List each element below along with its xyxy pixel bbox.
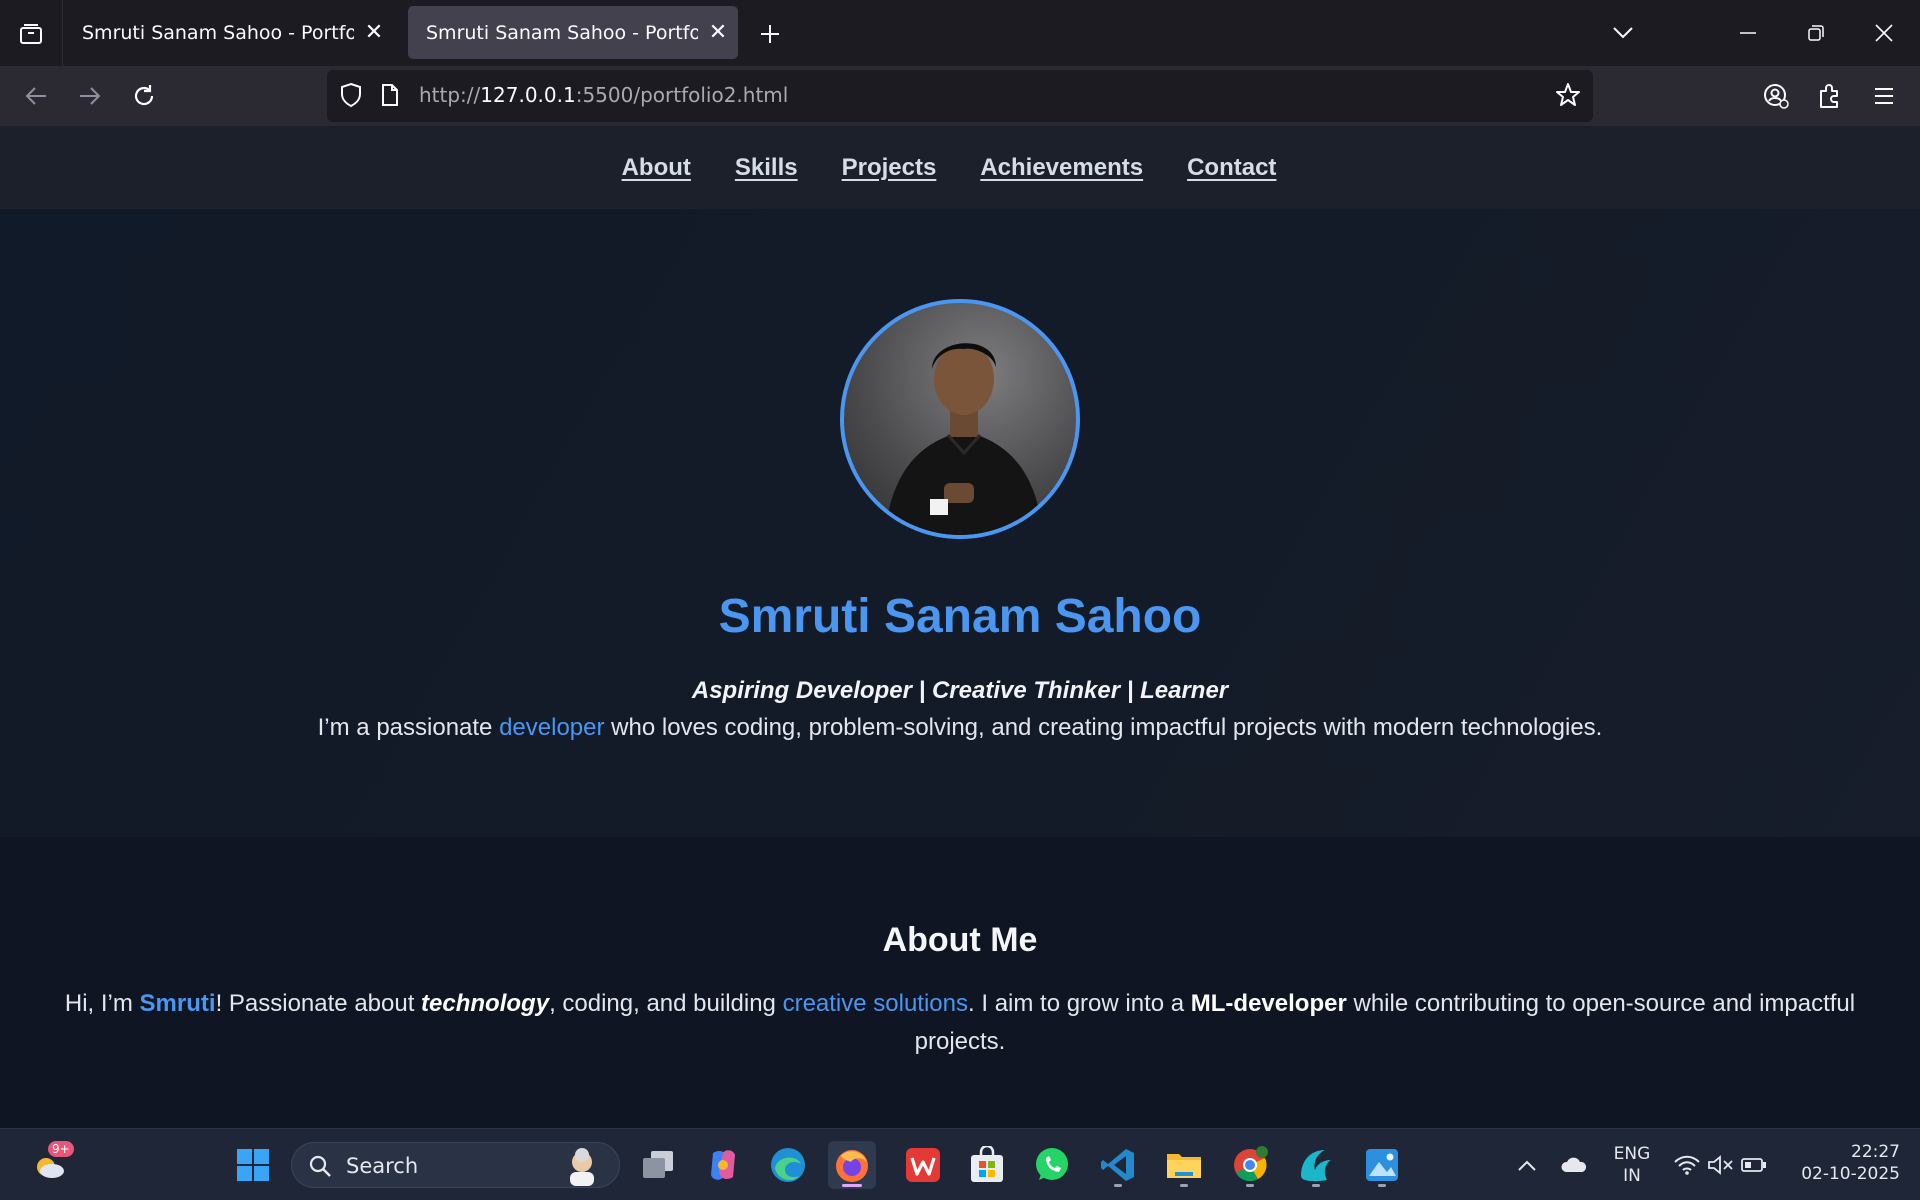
windows-taskbar: 9+ Search ENG IN 22:27 02-10-2025 xyxy=(0,1128,1920,1200)
running-indicator xyxy=(1378,1184,1386,1187)
about-section: About Me Hi, I’m Smruti! Passionate abou… xyxy=(0,837,1920,1128)
chrome-icon[interactable] xyxy=(1226,1141,1274,1189)
copilot-icon[interactable] xyxy=(699,1141,747,1189)
task-view-icon[interactable] xyxy=(634,1141,682,1189)
url-path: :5500/portfolio2.html xyxy=(575,83,789,107)
tab-separator xyxy=(62,0,63,66)
wps-office-icon[interactable] xyxy=(899,1141,947,1189)
about-text: Hi, I’m xyxy=(64,990,140,1017)
back-arrow-icon[interactable] xyxy=(16,76,56,116)
weather-widget-icon[interactable]: 9+ xyxy=(26,1141,74,1189)
about-heading: About Me xyxy=(882,921,1038,959)
search-label: Search xyxy=(346,1154,419,1178)
hero-section: Smruti Sanam Sahoo Aspiring Developer | … xyxy=(0,209,1920,837)
browser-tab-1[interactable]: Smruti Sanam Sahoo - Portfolio ✕ xyxy=(64,6,394,59)
extensions-puzzle-icon[interactable] xyxy=(1810,76,1850,116)
browser-toolbar: http://127.0.0.1:5500/portfolio2.html xyxy=(0,66,1920,126)
windows-start-icon[interactable] xyxy=(229,1141,277,1189)
tab-title: Smruti Sanam Sahoo - Portfolio xyxy=(426,21,698,44)
search-highlight-icon xyxy=(560,1146,604,1190)
battery-icon xyxy=(1741,1158,1766,1172)
wave-app-icon[interactable] xyxy=(1292,1141,1340,1189)
page-icon[interactable] xyxy=(381,83,399,111)
about-name: Smruti xyxy=(139,990,216,1017)
account-icon[interactable] xyxy=(1756,76,1796,116)
nav-link-skills[interactable]: Skills xyxy=(735,154,798,182)
clock-date: 02-10-2025 xyxy=(1801,1164,1900,1184)
search-icon xyxy=(308,1154,332,1182)
close-tab-icon[interactable]: ✕ xyxy=(354,13,394,53)
hero-description: I’m a passionate developer who loves cod… xyxy=(0,714,1920,742)
about-role: ML-developer xyxy=(1190,990,1347,1017)
menu-hamburger-icon[interactable] xyxy=(1864,76,1904,116)
file-explorer-icon[interactable] xyxy=(1160,1141,1208,1189)
browser-tab-2-active[interactable]: Smruti Sanam Sahoo - Portfolio ✕ xyxy=(408,6,738,59)
running-indicator xyxy=(1180,1184,1188,1187)
about-paragraph: Hi, I’m Smruti! Passionate about technol… xyxy=(56,985,1864,1061)
hero-desc-text: I’m a passionate xyxy=(317,714,500,741)
browser-tab-bar: Smruti Sanam Sahoo - Portfolio ✕ Smruti … xyxy=(0,0,1920,66)
nav-link-about[interactable]: About xyxy=(622,154,691,182)
running-indicator xyxy=(1246,1184,1254,1187)
taskbar-search-box[interactable]: Search xyxy=(291,1142,620,1188)
nav-link-projects[interactable]: Projects xyxy=(842,154,937,182)
about-text: , coding, and building xyxy=(549,990,783,1017)
hero-tagline: Aspiring Developer | Creative Thinker | … xyxy=(691,677,1229,704)
site-nav: About Skills Projects Achievements Conta… xyxy=(0,126,1920,209)
bookmark-star-icon[interactable] xyxy=(1555,82,1581,112)
system-tray-status[interactable] xyxy=(1664,1141,1776,1189)
hero-name-heading: Smruti Sanam Sahoo xyxy=(718,590,1202,643)
about-technology: technology xyxy=(421,990,550,1017)
weather-badge: 9+ xyxy=(48,1141,74,1157)
wifi-icon xyxy=(1674,1155,1700,1175)
close-tab-icon[interactable]: ✕ xyxy=(698,13,738,53)
nav-link-achievements[interactable]: Achievements xyxy=(980,154,1143,182)
language-indicator[interactable]: ENG IN xyxy=(1604,1143,1660,1187)
active-indicator xyxy=(842,1184,862,1187)
close-window-icon[interactable] xyxy=(1862,12,1906,54)
running-indicator xyxy=(1312,1184,1320,1187)
microsoft-store-icon[interactable] xyxy=(963,1141,1011,1189)
new-tab-plus-icon[interactable] xyxy=(752,16,788,52)
edge-browser-icon[interactable] xyxy=(764,1141,812,1189)
about-creative-solutions: creative solutions xyxy=(782,990,969,1017)
photos-icon[interactable] xyxy=(1358,1141,1406,1189)
url-prefix: http:// xyxy=(419,83,481,107)
clock[interactable]: 22:27 02-10-2025 xyxy=(1790,1141,1900,1185)
tab-title: Smruti Sanam Sahoo - Portfolio xyxy=(82,21,354,44)
url-host: 127.0.0.1 xyxy=(480,83,576,107)
reload-icon[interactable] xyxy=(124,76,164,116)
nav-link-contact[interactable]: Contact xyxy=(1187,154,1276,182)
tab-overview-icon[interactable] xyxy=(14,18,48,50)
profile-photo-avatar xyxy=(840,299,1080,539)
onedrive-cloud-icon[interactable] xyxy=(1550,1141,1598,1189)
forward-arrow-icon[interactable] xyxy=(70,76,110,116)
vscode-icon[interactable] xyxy=(1094,1141,1142,1189)
show-hidden-icons-chevron-up-icon[interactable] xyxy=(1503,1141,1551,1189)
hero-desc-text: who loves coding, problem-solving, and c… xyxy=(604,714,1603,741)
chevron-down-icon[interactable] xyxy=(1601,12,1645,54)
shield-icon[interactable] xyxy=(339,82,363,112)
url-text[interactable]: http://127.0.0.1:5500/portfolio2.html xyxy=(419,83,788,107)
hero-desc-highlight: developer xyxy=(499,714,605,741)
speaker-muted-icon xyxy=(1708,1155,1733,1175)
restore-icon[interactable] xyxy=(1794,12,1838,54)
web-page: About Skills Projects Achievements Conta… xyxy=(0,126,1920,1128)
whatsapp-icon[interactable] xyxy=(1028,1141,1076,1189)
running-indicator xyxy=(1114,1184,1122,1187)
minimize-icon[interactable] xyxy=(1726,12,1770,54)
firefox-icon[interactable] xyxy=(828,1141,876,1189)
address-bar[interactable]: http://127.0.0.1:5500/portfolio2.html xyxy=(327,70,1593,122)
about-text: ! Passionate about xyxy=(215,990,422,1017)
about-text: . I aim to grow into a xyxy=(968,990,1191,1017)
region-code: IN xyxy=(1623,1166,1641,1186)
clock-time: 22:27 xyxy=(1851,1142,1900,1162)
language-code: ENG xyxy=(1613,1144,1651,1164)
